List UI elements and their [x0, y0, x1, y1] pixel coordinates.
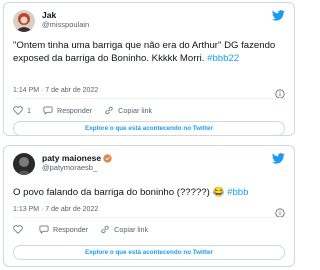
tweet-card[interactable]: Jak @misspoulain "Ontem tinha uma barrig…: [3, 2, 295, 136]
copy-link-button[interactable]: Copiar link: [104, 106, 152, 115]
explore-button[interactable]: Explore o que está acontecendo no Twitte…: [13, 245, 285, 260]
copy-link-button[interactable]: Copiar link: [100, 225, 148, 234]
tweet-card[interactable]: paty maionese @patymoraesb_ O povo falan…: [3, 145, 295, 267]
tweet-actions: Responder Copiar link: [13, 223, 285, 235]
divider: [13, 98, 285, 99]
tweet-text: "Ontem tinha uma barriga que não era do …: [13, 40, 284, 65]
timestamp-text[interactable]: 1:14 PM · 7 de abr de 2022: [13, 87, 98, 94]
tweet-actions: 1 Responder Copiar link: [13, 104, 285, 116]
avatar[interactable]: [13, 10, 35, 32]
tweet-header: paty maionese @patymoraesb_: [13, 153, 285, 177]
reply-button[interactable]: Responder: [39, 225, 88, 234]
twitter-bird-icon[interactable]: [272, 10, 285, 21]
speech-bubble-icon: [39, 225, 49, 234]
hashtag-link[interactable]: #bbb: [227, 187, 248, 198]
handle[interactable]: @patymoraesb_: [42, 163, 112, 173]
copy-link-label: Copiar link: [114, 224, 149, 234]
link-icon: [101, 225, 109, 233]
copy-link-label: Copiar link: [118, 105, 153, 115]
like-button[interactable]: [13, 224, 27, 234]
speech-bubble-icon: [43, 106, 53, 115]
tweet-body: O povo falando da barriga do boninho (??…: [13, 187, 225, 198]
verified-badge-icon: [103, 154, 112, 164]
info-icon[interactable]: [275, 205, 285, 218]
timestamp[interactable]: 1:14 PM · 7 de abr de 2022: [13, 87, 98, 94]
avatar[interactable]: [13, 153, 35, 175]
heart-icon: [13, 105, 23, 115]
heart-icon: [13, 224, 23, 234]
handle[interactable]: @misspoulain: [42, 20, 89, 30]
like-count: 1: [27, 105, 31, 115]
like-button[interactable]: 1: [13, 106, 31, 115]
hashtag-link[interactable]: #bbb22: [207, 53, 239, 64]
reply-label: Responder: [53, 224, 89, 234]
timestamp-text[interactable]: 1:13 PM · 7 de abr de 2022: [13, 206, 98, 213]
divider: [13, 217, 285, 218]
reply-button[interactable]: Responder: [43, 106, 92, 115]
timestamp[interactable]: 1:13 PM · 7 de abr de 2022: [13, 206, 98, 213]
reply-label: Responder: [57, 105, 93, 115]
tweet-header: Jak @misspoulain: [13, 10, 285, 34]
info-icon[interactable]: [275, 86, 285, 99]
link-icon: [105, 106, 113, 114]
explore-button[interactable]: Explore o que está acontecendo no Twitte…: [13, 121, 285, 135]
twitter-bird-icon[interactable]: [272, 153, 285, 164]
tweet-text: O povo falando da barriga do boninho (??…: [13, 187, 284, 200]
